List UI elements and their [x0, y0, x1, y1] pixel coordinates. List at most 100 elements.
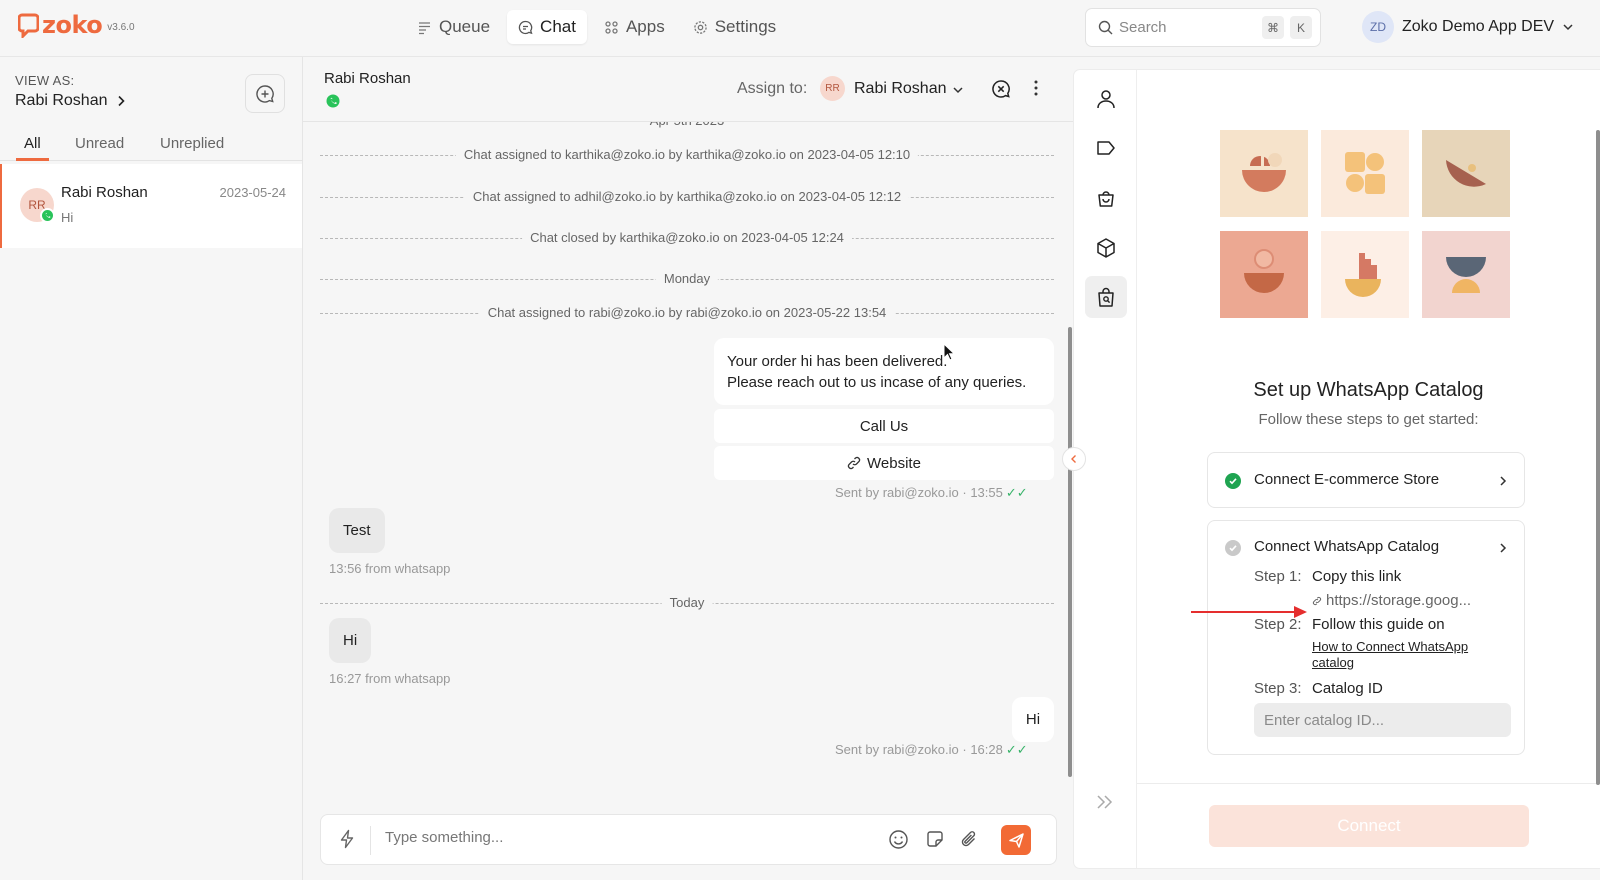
outgoing-message-bubble: Hi: [1012, 697, 1054, 742]
message-line: Your order hi has been delivered.: [727, 353, 948, 370]
check-circle-icon: [1225, 473, 1241, 489]
assign-label: Assign to:: [737, 80, 808, 97]
link-icon: [1312, 596, 1322, 605]
nav-chat-label: Chat: [540, 17, 576, 36]
catalog-setup-content: Set up WhatsApp Catalog Follow these ste…: [1137, 70, 1600, 868]
date-divider: Monday: [320, 270, 1054, 288]
step-2-text: Follow this guide on: [1312, 616, 1445, 633]
chat-header: Rabi Roshan Assign to: RR Rabi Roshan: [303, 57, 1074, 122]
collapse-panel-handle[interactable]: [1062, 447, 1086, 471]
template-message-bubble: Your order hi has been delivered. Please…: [714, 338, 1054, 405]
copy-link[interactable]: https://storage.goog...: [1312, 592, 1471, 609]
double-chevron-right-icon[interactable]: [1094, 794, 1116, 810]
new-chat-button[interactable]: [245, 74, 285, 113]
message-meta: 16:27 from whatsapp: [329, 671, 451, 686]
connect-store-card[interactable]: Connect E-commerce Store: [1207, 452, 1525, 508]
conversation-name: Rabi Roshan: [61, 184, 148, 201]
website-button[interactable]: Website: [714, 446, 1054, 480]
sticker-icon[interactable]: [925, 829, 945, 849]
rail-products[interactable]: [1085, 227, 1127, 269]
search-input[interactable]: [1119, 19, 1249, 36]
catalog-bag-icon: [1098, 287, 1114, 307]
system-event: Chat assigned to adhil@zoko.io by karthi…: [320, 188, 1054, 206]
account-menu[interactable]: ZD Zoko Demo App DEV: [1362, 11, 1574, 43]
conversation-sidebar: VIEW AS: Rabi Roshan All Unread Unreplie…: [0, 57, 303, 880]
nav-queue-label: Queue: [439, 17, 491, 36]
conversation-filters: All Unread Unreplied: [0, 127, 303, 161]
message-meta: Sent by rabi@zoko.io · 13:55 ✓✓: [835, 485, 1028, 500]
mouse-cursor-icon: [943, 343, 955, 361]
nav-settings[interactable]: Settings: [682, 10, 787, 44]
message-input[interactable]: [385, 829, 865, 846]
call-us-button[interactable]: Call Us: [714, 409, 1054, 443]
cmd-key-hint: ⌘: [1262, 16, 1284, 39]
chat-icon: [518, 20, 533, 34]
read-ticks-icon: ✓✓: [1005, 485, 1028, 500]
catalog-panel: Set up WhatsApp Catalog Follow these ste…: [1074, 70, 1600, 868]
nav-queue[interactable]: Queue: [406, 10, 501, 44]
nav-apps-label: Apps: [625, 17, 665, 36]
illustration-tile: [1321, 231, 1409, 318]
rail-contact[interactable]: [1085, 78, 1127, 120]
chevron-left-icon: [1071, 455, 1076, 463]
chat-scrollbar[interactable]: [1068, 327, 1072, 777]
chat-panel: Rabi Roshan Assign to: RR Rabi Roshan Ap…: [303, 57, 1074, 880]
rail-tags[interactable]: [1085, 127, 1127, 169]
read-ticks-icon: ✓✓: [1005, 742, 1028, 757]
message-list[interactable]: Apr 5th 2023 Chat assigned to karthika@z…: [303, 122, 1074, 812]
nav-apps[interactable]: Apps: [593, 10, 676, 44]
new-chat-icon: [256, 84, 274, 103]
search-box[interactable]: ⌘ K: [1085, 8, 1321, 47]
chevron-down-icon[interactable]: [952, 84, 964, 96]
filter-unread[interactable]: Unread: [75, 135, 124, 152]
illustration-tile: [1422, 130, 1510, 217]
app-version: v3.6.0: [107, 22, 135, 33]
step-3-text: Catalog ID: [1312, 680, 1383, 697]
message-meta: 13:56 from whatsapp: [329, 561, 451, 576]
panel-icon-rail: [1074, 70, 1137, 868]
search-icon: [1098, 20, 1113, 35]
zoko-logo[interactable]: zoko v3.6.0: [18, 12, 135, 38]
nav-chat[interactable]: Chat: [507, 10, 587, 44]
chevron-right-icon: [1500, 476, 1507, 486]
view-as-name: Rabi Roshan: [15, 92, 108, 109]
step-1-label: Step 1:: [1254, 568, 1302, 585]
whatsapp-badge-icon: [40, 208, 55, 223]
conversation-item[interactable]: RR Rabi Roshan 2023-05-24 Hi: [0, 164, 302, 248]
illustration-tile: [1220, 130, 1308, 217]
filter-all[interactable]: All: [24, 135, 41, 152]
box-icon: [1097, 238, 1115, 258]
user-icon: [1097, 90, 1115, 109]
connect-button[interactable]: Connect: [1209, 805, 1529, 847]
filter-unreplied[interactable]: Unreplied: [160, 135, 224, 152]
step-3-label: Step 3:: [1254, 680, 1302, 697]
whatsapp-icon: [326, 94, 340, 108]
connect-catalog-label[interactable]: Connect WhatsApp Catalog: [1254, 538, 1439, 555]
conversation-preview: Hi: [61, 210, 74, 225]
panel-scrollbar[interactable]: [1596, 130, 1600, 785]
view-as-selector[interactable]: Rabi Roshan: [15, 92, 126, 110]
rail-catalog[interactable]: [1085, 276, 1127, 318]
paperclip-icon[interactable]: [960, 829, 978, 849]
lightning-icon[interactable]: [339, 829, 355, 849]
illustration-tile: [1220, 231, 1308, 318]
main-nav: Queue Chat Apps Settings: [406, 10, 787, 44]
guide-link[interactable]: How to Connect WhatsApp catalog: [1312, 639, 1482, 671]
date-divider: Apr 5th 2023: [320, 122, 1054, 130]
send-button[interactable]: [1001, 825, 1031, 855]
more-options-icon[interactable]: [1033, 79, 1039, 97]
assignee-dropdown[interactable]: Rabi Roshan: [854, 80, 947, 98]
emoji-icon[interactable]: [888, 829, 909, 850]
rail-orders[interactable]: [1085, 177, 1127, 219]
catalog-setup-title: Set up WhatsApp Catalog: [1253, 379, 1484, 401]
illustration-tile: [1422, 231, 1510, 318]
queue-icon: [419, 21, 430, 34]
close-chat-icon[interactable]: [991, 79, 1011, 99]
catalog-id-input[interactable]: [1254, 703, 1511, 737]
conversation-date: 2023-05-24: [219, 185, 287, 200]
date-divider: Today: [320, 594, 1054, 612]
view-as-label: VIEW AS:: [15, 73, 75, 88]
tag-icon: [1097, 141, 1115, 155]
chevron-right-icon[interactable]: [1499, 542, 1507, 554]
nav-settings-label: Settings: [714, 17, 777, 36]
